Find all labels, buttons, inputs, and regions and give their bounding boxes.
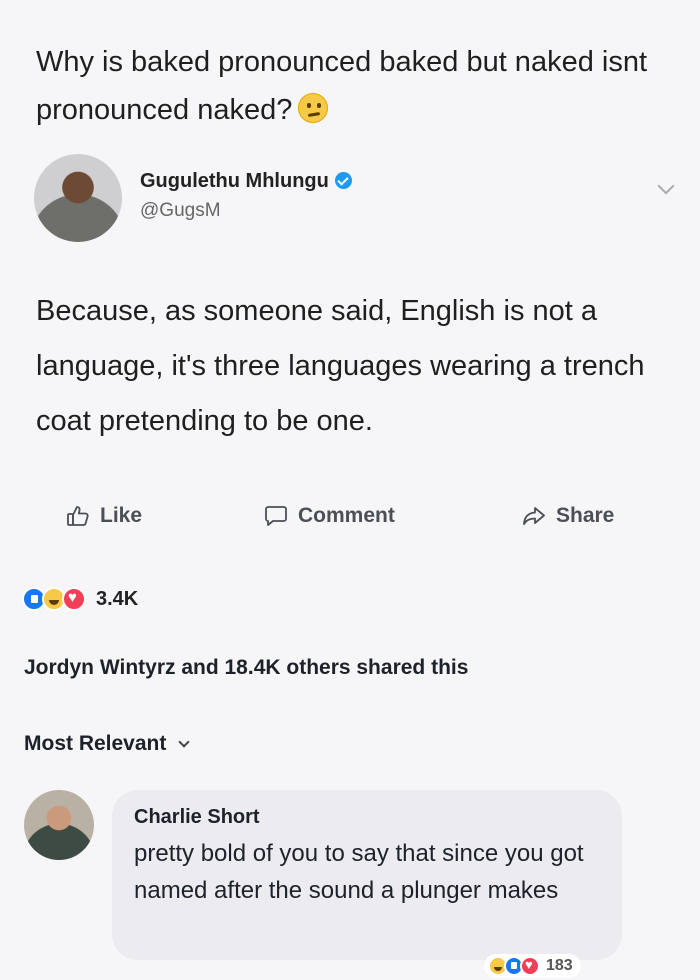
like-label: Like [100,504,143,527]
question-label: Why is baked pronounced baked but naked … [36,46,648,126]
question-text: Why is baked pronounced baked but naked … [36,38,656,134]
share-label: Share [556,504,615,527]
comment-button[interactable]: Comment [264,504,395,528]
share-arrow-icon [523,507,545,525]
commenter-name[interactable]: Charlie Short [134,806,602,829]
comment-reactions[interactable]: 183 [484,954,581,978]
post-actions: Like Comment Share [0,500,700,540]
love-reaction-icon [520,956,540,976]
reaction-count: 3.4K [96,587,139,610]
tweet-body: Because, as someone said, English is not… [36,295,645,437]
comment-reaction-count: 183 [546,957,573,974]
comment-text: pretty bold of you to say that since you… [134,840,584,904]
reactions-summary[interactable]: 3.4K [22,584,138,614]
comment-sort-dropdown[interactable]: Most Relevant [24,732,191,756]
author-name-row[interactable]: Gugulethu Mhlungu [140,170,352,193]
comment-label: Comment [298,504,395,527]
thinking-face-icon [298,93,329,123]
comment-icon [265,506,287,526]
commenter-avatar[interactable] [24,790,94,860]
verified-badge-icon [334,172,352,189]
author-name[interactable]: Gugulethu Mhlungu [140,170,329,192]
tweet-header: Gugulethu Mhlungu @GugsM [34,150,675,246]
like-button[interactable]: Like [66,504,142,528]
author-handle[interactable]: @GugsM [140,200,221,222]
chevron-down-icon[interactable] [657,177,675,195]
love-reaction-icon [62,587,86,611]
chevron-down-icon [178,736,191,748]
sort-label: Most Relevant [24,732,167,755]
shares-summary[interactable]: Jordyn Wintyrz and 18.4K others shared t… [24,656,468,680]
thumbs-up-icon [67,506,89,526]
author-avatar[interactable] [34,154,122,242]
comment-bubble: Charlie Short pretty bold of you to say … [112,790,622,960]
share-button[interactable]: Share [522,504,614,528]
